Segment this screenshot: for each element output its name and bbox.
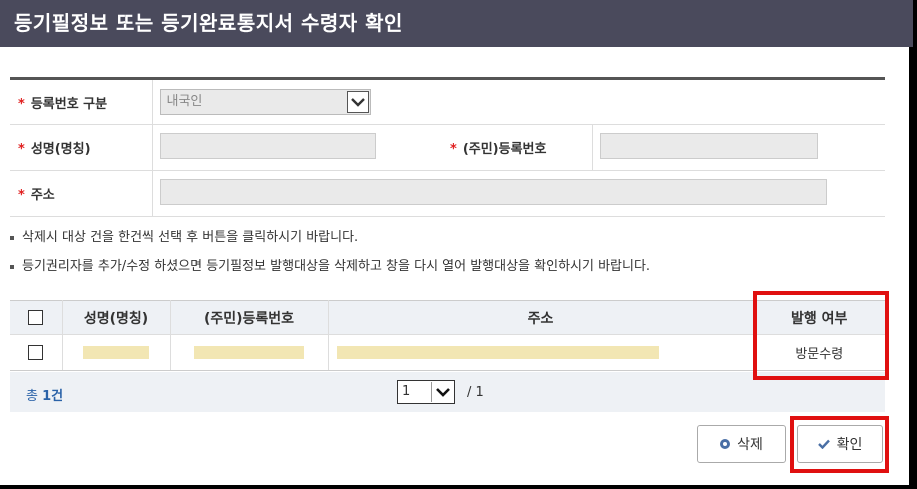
required-mark: * xyxy=(450,142,457,157)
table-row[interactable]: 방문수령 xyxy=(10,334,885,371)
confirm-button[interactable]: 확인 xyxy=(797,425,883,463)
reg-type-label: * 등록번호 구분 xyxy=(10,78,153,125)
notice-item: 삭제시 대상 건을 한건씩 선택 후 버튼을 클릭하시기 바랍니다. xyxy=(10,228,650,257)
table-header: 성명(명칭) (주민)등록번호 주소 발행 여부 xyxy=(10,300,885,335)
column-header-address: 주소 xyxy=(328,300,754,335)
column-header-name: 성명(명칭) xyxy=(62,300,171,335)
recipient-form: * 등록번호 구분 내국인 * 성명(명칭) * (주민)등록번호 * 주소 xyxy=(10,77,885,217)
masked-address xyxy=(336,346,659,359)
required-mark: * xyxy=(18,188,25,203)
column-header-issue-status: 발행 여부 xyxy=(753,300,885,335)
delete-button[interactable]: 삭제 xyxy=(697,425,786,463)
required-mark: * xyxy=(18,96,25,112)
chevron-down-icon[interactable] xyxy=(431,382,453,402)
address-input[interactable] xyxy=(159,178,827,205)
page-total: / 1 xyxy=(467,384,484,400)
check-icon xyxy=(817,436,830,452)
form-row-reg-type: * 등록번호 구분 내국인 xyxy=(10,78,885,125)
row-checkbox[interactable] xyxy=(28,345,44,360)
column-header-id: (주민)등록번호 xyxy=(170,300,329,335)
recipient-table: 성명(명칭) (주민)등록번호 주소 발행 여부 방문수령 xyxy=(10,300,885,371)
name-input[interactable] xyxy=(159,132,376,159)
form-row-name: * 성명(명칭) * (주민)등록번호 xyxy=(10,124,885,171)
name-label: * 성명(명칭) xyxy=(10,124,153,171)
required-mark: * xyxy=(18,142,25,157)
page-current: 1 xyxy=(402,384,411,399)
dialog-window: 등기필정보 또는 등기완료통지서 수령자 확인 * 등록번호 구분 내국인 * 성명… xyxy=(0,0,913,485)
address-label: * 주소 xyxy=(10,170,153,217)
id-number-input[interactable] xyxy=(599,132,818,159)
pager: 1 / 1 xyxy=(397,380,484,404)
pagination-bar: 총 1건 1 / 1 xyxy=(10,372,885,412)
masked-id-number xyxy=(194,346,304,359)
issue-status-cell: 방문수령 xyxy=(753,334,885,371)
page-select[interactable]: 1 xyxy=(397,380,455,404)
circle-icon xyxy=(720,439,731,449)
notice-item: 등기권리자를 추가/수정 하셨으면 등기필정보 발행대상을 삭제하고 창을 다시… xyxy=(10,257,650,286)
masked-name xyxy=(83,346,149,359)
notice-list: 삭제시 대상 건을 한건씩 선택 후 버튼을 클릭하시기 바랍니다. 등기권리자… xyxy=(10,228,650,286)
select-all-checkbox[interactable] xyxy=(28,310,44,325)
id-label: * (주민)등록번호 xyxy=(442,124,593,171)
reg-type-value: 내국인 xyxy=(166,94,203,109)
dialog-title: 등기필정보 또는 등기완료통지서 수령자 확인 xyxy=(0,0,913,47)
chevron-down-icon[interactable] xyxy=(346,91,369,113)
reg-type-select[interactable]: 내국인 xyxy=(159,89,371,115)
total-count: 총 1건 xyxy=(26,389,64,404)
form-row-address: * 주소 xyxy=(10,170,885,217)
